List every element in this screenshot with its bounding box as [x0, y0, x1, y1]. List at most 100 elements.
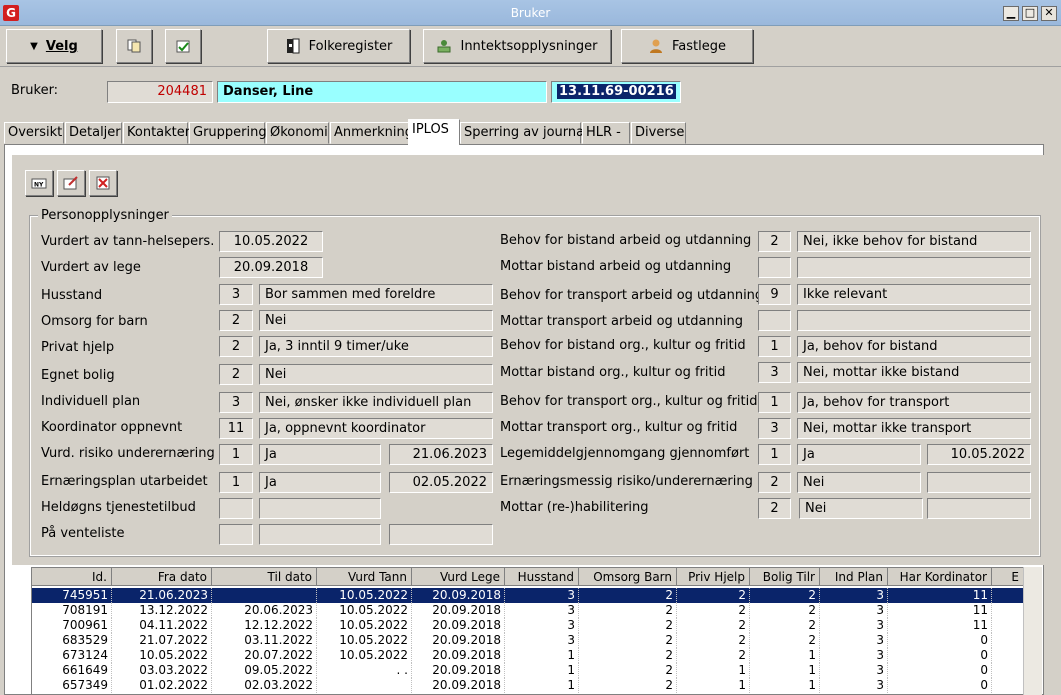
grid-header-6[interactable]: Omsorg Barn	[579, 568, 677, 586]
code-field[interactable]: 2	[219, 336, 253, 357]
code-field[interactable]: 2	[219, 364, 253, 385]
text-field[interactable]	[797, 257, 1031, 278]
table-row[interactable]: 745951 21.06.2023 10.05.2022 20.09.2018 3 2 2 2…	[32, 588, 1024, 603]
bruker-name-field[interactable]: Danser, Line	[217, 81, 547, 103]
vertical-scrollbar[interactable]	[1023, 567, 1042, 695]
grid-header-5[interactable]: Husstand	[505, 568, 579, 586]
right-label: Behov for transport org., kultur og frit…	[500, 394, 758, 409]
minimize-button[interactable]: ▁	[1003, 6, 1019, 21]
text-field[interactable]	[797, 310, 1031, 331]
text-field[interactable]: Ja	[259, 472, 381, 493]
delete-button[interactable]	[89, 170, 117, 196]
date-field[interactable]: 10.05.2022	[219, 231, 323, 252]
table-row[interactable]: 661649 03.03.2022 09.05.2022. . 20.09.2018 1…	[32, 663, 1024, 678]
text-field[interactable]: Ja, 3 inntil 9 timer/uke	[259, 336, 493, 357]
code-field[interactable]	[758, 257, 791, 278]
date-field[interactable]	[927, 498, 1031, 519]
date-field[interactable]	[927, 472, 1031, 493]
code-field[interactable]: 2	[758, 231, 791, 252]
code-field[interactable]: 3	[758, 418, 791, 439]
doctor-icon	[650, 39, 662, 53]
table-cell: 04.11.2022	[112, 618, 212, 633]
text-field[interactable]: Ja	[259, 444, 381, 465]
folkeregister-button[interactable]: Folkeregister	[267, 29, 410, 63]
date-field[interactable]: 02.05.2022	[389, 472, 493, 493]
text-field[interactable]: Ja	[797, 444, 921, 465]
text-field[interactable]: Nei, ønsker ikke individuell plan	[259, 392, 493, 413]
grid-header-4[interactable]: Vurd Lege	[412, 568, 505, 586]
table-cell: 20.09.2018	[412, 588, 505, 603]
code-field[interactable]: 3	[219, 392, 253, 413]
table-cell: 2	[677, 648, 750, 663]
grid-header-11[interactable]: E	[992, 568, 1024, 586]
code-field[interactable]: 3	[758, 362, 791, 383]
tab-diverse[interactable]: Diverse	[631, 122, 686, 144]
grid-header-2[interactable]: Til dato	[212, 568, 317, 586]
velg-button[interactable]: ▼ Velg	[6, 29, 102, 63]
code-field[interactable]: 2	[219, 310, 253, 331]
date-field[interactable]	[389, 524, 493, 545]
table-row[interactable]: 683529 21.07.2022 03.11.2022 10.05.2022 20.0…	[32, 633, 1024, 648]
text-field[interactable]: Nei	[259, 364, 493, 385]
grid-header-3[interactable]: Vurd Tann	[317, 568, 412, 586]
text-field[interactable]: Nei	[259, 310, 493, 331]
copy-button[interactable]	[116, 29, 152, 63]
table-cell: 1	[505, 663, 579, 678]
code-field[interactable]: 1	[219, 472, 253, 493]
code-field[interactable]	[758, 310, 791, 331]
grid-header-0[interactable]: Id.	[32, 568, 112, 586]
text-field[interactable]: Nei	[799, 498, 923, 519]
code-field[interactable]: 9	[758, 284, 791, 305]
tab-oversikt[interactable]: Oversikt	[4, 122, 64, 144]
text-field[interactable]	[259, 524, 381, 545]
text-field[interactable]: Nei, ikke behov for bistand	[797, 231, 1031, 252]
code-field[interactable]: 2	[758, 498, 791, 519]
table-row[interactable]: 700961 04.11.2022 12.12.2022 10.05.2022 20.0…	[32, 618, 1024, 633]
text-field[interactable]: Ja, behov for transport	[797, 392, 1031, 413]
tab-gruppering[interactable]: Gruppering	[189, 122, 267, 144]
inntektsopplysninger-button[interactable]: Inntektsopplysninger	[423, 29, 611, 63]
table-row[interactable]: 673124 10.05.2022 20.07.2022 10.05.2022 20.0…	[32, 648, 1024, 663]
code-field[interactable]: 1	[219, 444, 253, 465]
text-field[interactable]: Ja, oppnevnt koordinator	[259, 418, 493, 439]
tab-iplos[interactable]: IPLOS	[408, 119, 460, 145]
code-field[interactable]: 1	[758, 444, 791, 465]
bruker-fnr-field[interactable]: 13.11.69-00216	[551, 81, 681, 103]
text-field[interactable]: Nei, mottar ikke transport	[797, 418, 1031, 439]
date-field[interactable]: 21.06.2023	[389, 444, 493, 465]
grid-header-8[interactable]: Bolig Tilr	[750, 568, 820, 586]
fastlege-button[interactable]: Fastlege	[621, 29, 753, 63]
text-field[interactable]: Nei	[797, 472, 921, 493]
code-field[interactable]: 11	[219, 418, 253, 439]
new-button[interactable]: NY	[25, 170, 53, 196]
tab-okonomi[interactable]: Økonomi	[266, 122, 329, 144]
grid-header-1[interactable]: Fra dato	[112, 568, 212, 586]
edit-button[interactable]	[57, 170, 85, 196]
text-field[interactable]: Bor sammen med foreldre	[259, 284, 493, 305]
text-field[interactable]: Ikke relevant	[797, 284, 1031, 305]
tab-hlr[interactable]: HLR -	[582, 122, 630, 144]
close-button[interactable]: ✕	[1041, 6, 1057, 21]
text-field[interactable]	[259, 498, 381, 519]
code-field[interactable]	[219, 498, 253, 519]
date-field[interactable]: 20.09.2018	[219, 257, 323, 278]
date-field[interactable]: 10.05.2022	[927, 444, 1031, 465]
text-field[interactable]: Nei, mottar ikke bistand	[797, 362, 1031, 383]
tab-kontakter[interactable]: Kontakter	[123, 122, 190, 144]
code-field[interactable]: 2	[758, 472, 791, 493]
table-row[interactable]: 657349 01.02.2022 02.03.2022 20.09.2018 1 2 1 1…	[32, 678, 1024, 693]
tab-detaljer[interactable]: Detaljer	[65, 122, 122, 144]
grid-header-10[interactable]: Har Kordinator	[888, 568, 992, 586]
code-field[interactable]: 3	[219, 284, 253, 305]
approve-button[interactable]	[165, 29, 201, 63]
code-field[interactable]: 1	[758, 336, 791, 357]
tab-sperring-av-journal[interactable]: Sperring av journal	[460, 122, 588, 144]
code-field[interactable]: 1	[758, 392, 791, 413]
tab-anmerkning[interactable]: Anmerkning	[330, 122, 413, 144]
grid-header-7[interactable]: Priv Hjelp	[677, 568, 750, 586]
table-row[interactable]: 708191 13.12.2022 20.06.2023 10.05.2022 20.0…	[32, 603, 1024, 618]
code-field[interactable]	[219, 524, 253, 545]
grid-header-9[interactable]: Ind Plan	[820, 568, 888, 586]
text-field[interactable]: Ja, behov for bistand	[797, 336, 1031, 357]
maximize-button[interactable]: □	[1022, 6, 1038, 21]
